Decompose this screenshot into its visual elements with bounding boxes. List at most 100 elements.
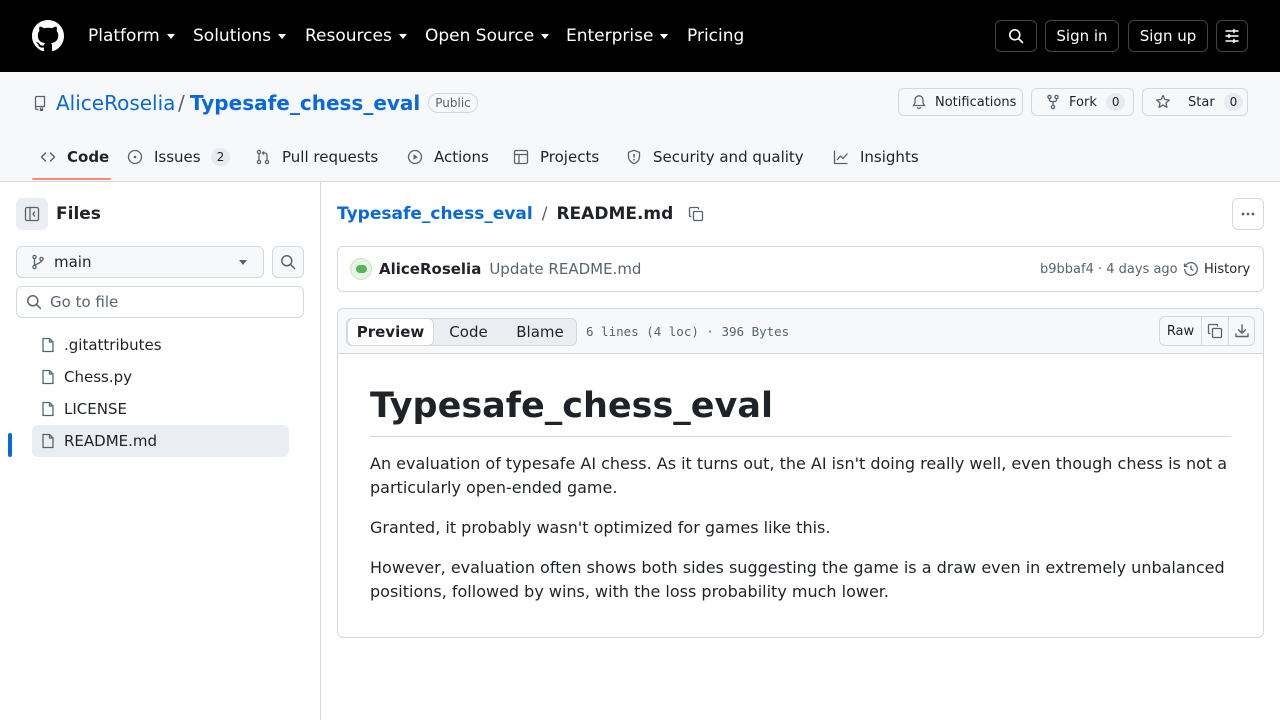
breadcrumb-separator: / <box>541 204 548 224</box>
history-label: History <box>1204 261 1251 277</box>
tab-security-label: Security and quality <box>653 148 804 166</box>
more-options-button[interactable] <box>1232 198 1264 230</box>
fork-button[interactable]: Fork 0 <box>1031 88 1134 116</box>
table-icon <box>513 149 540 165</box>
fork-count: 0 <box>1105 93 1126 111</box>
chevron-down-icon <box>398 33 407 39</box>
download-button[interactable] <box>1229 317 1254 345</box>
readme-paragraph-1: An evaluation of typesafe AI chess. As i… <box>370 454 1228 497</box>
file-icon <box>32 337 64 353</box>
raw-button[interactable]: Raw <box>1160 317 1202 345</box>
notifications-button[interactable]: Notifications <box>898 88 1023 116</box>
heading-divider <box>370 436 1231 437</box>
file-name: Chess.py <box>64 368 133 386</box>
search-icon <box>1008 28 1024 44</box>
nav-pricing-label: Pricing <box>687 26 745 46</box>
sign-up-button[interactable]: Sign up <box>1128 20 1208 52</box>
tab-projects-label: Projects <box>540 148 600 166</box>
code-view-tab[interactable]: Code <box>436 318 501 346</box>
repo-name-link[interactable]: Typesafe_chess_eval <box>190 91 420 115</box>
readme-paragraph-3: However, evaluation often shows both sid… <box>370 558 1225 601</box>
tab-pull-requests[interactable]: Pull requests <box>255 142 378 172</box>
file-info: 6 lines (4 loc) · 396 Bytes <box>586 324 790 339</box>
visibility-badge: Public <box>428 93 478 113</box>
star-count: 0 <box>1223 93 1244 111</box>
breadcrumb-file: README.md <box>556 204 674 224</box>
sidebar-collapse-icon <box>24 206 40 222</box>
search-icon <box>280 254 296 270</box>
issue-icon <box>127 149 154 165</box>
avatar[interactable] <box>350 258 372 280</box>
file-item-chess-py[interactable]: Chess.py <box>32 361 289 393</box>
chevron-down-icon <box>278 33 287 39</box>
tab-code[interactable]: Code <box>40 142 109 172</box>
file-item-license[interactable]: LICENSE <box>32 393 289 425</box>
star-button[interactable]: Star 0 <box>1142 88 1248 116</box>
graph-icon <box>833 149 860 165</box>
tab-issues[interactable]: Issues 2 <box>127 142 231 172</box>
issues-count: 2 <box>210 148 231 166</box>
breadcrumb: Typesafe_chess_eval / README.md <box>337 203 704 225</box>
readme-heading: Typesafe_chess_eval <box>370 386 773 426</box>
branch-selector[interactable]: main <box>16 246 264 278</box>
tab-pull-requests-label: Pull requests <box>282 148 379 166</box>
file-item-gitattributes[interactable]: .gitattributes <box>32 329 289 361</box>
copy-path-icon[interactable] <box>688 206 704 222</box>
search-button[interactable] <box>995 20 1037 52</box>
file-name: LICENSE <box>64 400 127 418</box>
file-tree-sidebar: Files main Go to file .gitattributes Che… <box>0 182 321 720</box>
nav-pricing[interactable]: Pricing <box>687 24 744 48</box>
nav-open-source[interactable]: Open Source <box>425 24 550 48</box>
branch-icon <box>30 254 46 270</box>
chevron-down-icon <box>541 33 550 39</box>
nav-resources-label: Resources <box>305 26 392 46</box>
nav-platform-label: Platform <box>88 26 160 46</box>
file-name: .gitattributes <box>64 336 162 354</box>
menu-button[interactable] <box>1216 20 1248 52</box>
repo-separator: / <box>178 91 185 115</box>
file-item-readme[interactable]: README.md <box>32 425 289 457</box>
sliders-icon <box>1224 28 1240 44</box>
tab-actions[interactable]: Actions <box>407 142 489 172</box>
nav-open-source-label: Open Source <box>425 26 535 46</box>
collapse-sidebar-button[interactable] <box>16 198 48 230</box>
star-label: Star <box>1188 94 1215 110</box>
history-button[interactable]: History <box>1183 261 1250 277</box>
tab-insights-label: Insights <box>860 148 919 166</box>
active-file-indicator <box>8 433 12 457</box>
repo-owner-link[interactable]: AliceRoselia <box>56 91 175 115</box>
go-to-file-placeholder: Go to file <box>50 293 119 311</box>
pull-request-icon <box>255 149 282 165</box>
fork-label: Fork <box>1069 94 1097 110</box>
sign-in-button[interactable]: Sign in <box>1045 20 1119 52</box>
copy-raw-button[interactable] <box>1202 317 1229 345</box>
repo-icon <box>32 95 48 111</box>
nav-enterprise[interactable]: Enterprise <box>566 24 669 48</box>
code-icon <box>40 149 67 165</box>
go-to-file-input[interactable]: Go to file <box>16 286 304 318</box>
tab-insights[interactable]: Insights <box>833 142 919 172</box>
commit-author[interactable]: AliceRoselia <box>379 260 481 278</box>
breadcrumb-repo-link[interactable]: Typesafe_chess_eval <box>337 204 533 224</box>
readme-paragraph-2: Granted, it probably wasn't optimized fo… <box>370 518 831 537</box>
latest-commit-bar: AliceRoselia Update README.md b9bbaf4 · … <box>337 246 1264 292</box>
notifications-label: Notifications <box>935 94 1017 110</box>
fork-icon <box>1045 94 1061 110</box>
file-actions-group: Raw <box>1159 316 1255 346</box>
tab-code-label: Code <box>67 148 110 166</box>
nav-resources[interactable]: Resources <box>305 24 407 48</box>
tab-security[interactable]: Security and quality <box>626 142 804 172</box>
blame-tab[interactable]: Blame <box>505 318 575 346</box>
commit-message[interactable]: Update README.md <box>489 260 641 278</box>
history-icon <box>1183 261 1199 277</box>
nav-solutions[interactable]: Solutions <box>193 24 287 48</box>
search-files-button[interactable] <box>272 246 304 278</box>
commit-hash-age[interactable]: b9bbaf4 · 4 days ago <box>1040 262 1178 277</box>
preview-tab[interactable]: Preview <box>347 318 434 346</box>
active-tab-underline <box>32 178 111 180</box>
tab-projects[interactable]: Projects <box>513 142 599 172</box>
repo-header: AliceRoselia / Typesafe_chess_eval Publi… <box>0 72 1280 182</box>
github-logo-icon[interactable] <box>32 20 64 52</box>
chevron-down-icon <box>166 33 175 39</box>
nav-platform[interactable]: Platform <box>88 24 175 48</box>
